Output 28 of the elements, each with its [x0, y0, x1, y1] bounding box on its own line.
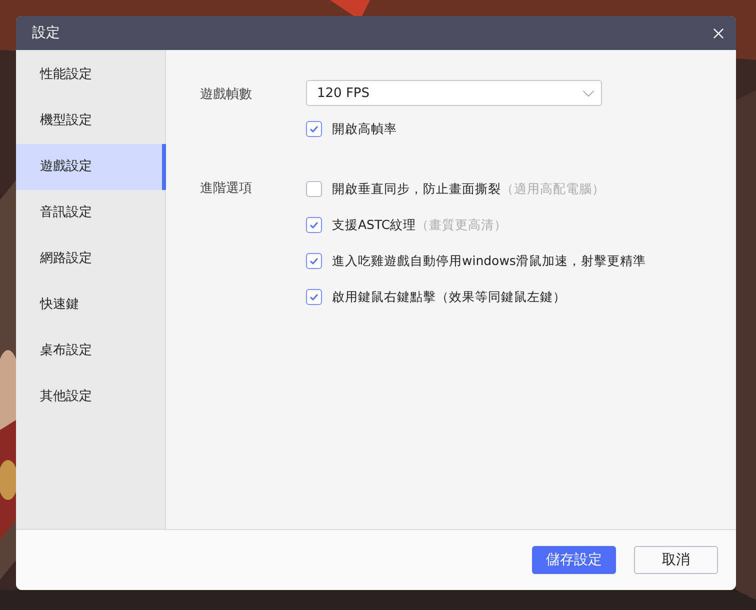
option-label: 進入吃雞遊戲自動停用windows滑鼠加速，射擊更精準 — [332, 252, 646, 270]
section-label: 遊戲幀數 — [200, 86, 253, 104]
sidebar-item[interactable]: 快速鍵 — [16, 282, 165, 328]
sidebar-item[interactable]: 桌布設定 — [16, 328, 165, 374]
close-icon[interactable] — [713, 28, 724, 38]
checkbox[interactable] — [306, 217, 322, 233]
checkbox[interactable] — [306, 121, 322, 137]
option-note: （畫質更高清） — [416, 216, 508, 234]
sidebar-item[interactable]: 音訊設定 — [16, 190, 165, 236]
sidebar-item[interactable]: 其他設定 — [16, 374, 165, 420]
checkbox[interactable] — [306, 253, 322, 269]
option-note: （適用高配電腦） — [501, 180, 605, 198]
save-button[interactable]: 儲存設定 — [532, 546, 616, 574]
option-label: 開啟高幀率 — [332, 120, 397, 138]
section-label: 進階選項 — [200, 180, 253, 198]
checkbox[interactable] — [306, 181, 322, 197]
dialog-title: 設定 — [32, 24, 60, 42]
checkbox[interactable] — [306, 289, 322, 305]
frame-rate-dropdown[interactable]: 120 FPS — [306, 80, 602, 106]
option-label: 支援ASTC紋理 — [332, 216, 416, 234]
option-label: 啟用鍵鼠右鍵點擊（效果等同鍵鼠左鍵） — [332, 288, 566, 306]
sidebar-item[interactable]: 機型設定 — [16, 98, 165, 144]
cancel-button[interactable]: 取消 — [634, 546, 718, 574]
sidebar-item[interactable]: 網路設定 — [16, 236, 165, 282]
option-label: 開啟垂直同步，防止畫面撕裂 — [332, 180, 501, 198]
sidebar-item[interactable]: 性能設定 — [16, 52, 165, 98]
sidebar-item[interactable]: 遊戲設定 — [16, 144, 166, 190]
caret-icon — [582, 90, 595, 96]
